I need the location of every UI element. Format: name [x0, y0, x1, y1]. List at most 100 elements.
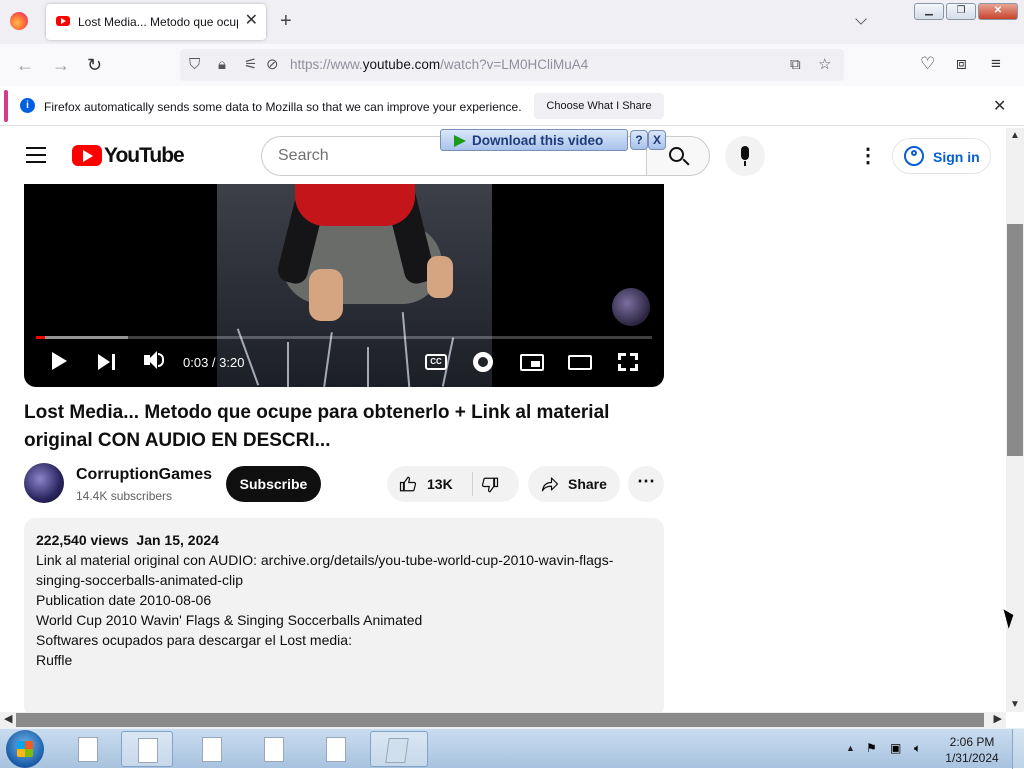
description-line: Publication date 2010-08-06 — [36, 592, 212, 608]
next-video-icon[interactable] — [98, 354, 110, 370]
video-light-streak — [323, 332, 333, 387]
show-desktop-button[interactable] — [1012, 729, 1024, 769]
document-icon — [326, 737, 346, 762]
scroll-down-arrow-icon[interactable]: ▼ — [1010, 699, 1020, 710]
taskbar-item[interactable] — [248, 731, 300, 767]
taskbar-clock[interactable]: 2:06 PM 1/31/2024 — [938, 734, 1006, 766]
description-box[interactable]: 222,540 views Jan 15, 2024 Link al mater… — [24, 518, 664, 718]
new-tab-plus-icon[interactable]: + — [280, 10, 292, 32]
start-button[interactable] — [6, 730, 44, 768]
back-arrow-icon[interactable]: ← — [16, 55, 34, 75]
network-icon[interactable]: ▣ — [890, 741, 904, 755]
notification-close-icon[interactable]: ✕ — [993, 96, 1006, 116]
video-figure-hand — [427, 256, 453, 298]
tab-close-icon[interactable]: ✕ — [245, 12, 258, 30]
horizontal-scrollbar[interactable]: ◀ ▶ — [0, 712, 1006, 728]
channel-avatar[interactable] — [24, 463, 64, 503]
forward-arrow-icon[interactable]: → — [52, 55, 70, 75]
reload-icon[interactable]: ↻ — [87, 55, 102, 75]
sign-in-button[interactable]: Sign in — [892, 138, 991, 174]
volume-muted-icon[interactable]: 🔈︎ — [914, 741, 928, 755]
video-figure-shirt — [295, 184, 415, 226]
choose-what-i-share-button[interactable]: Choose What I Share — [534, 93, 664, 119]
horizontal-scroll-thumb[interactable] — [16, 713, 984, 727]
close-window-button[interactable]: ✕ — [978, 3, 1018, 20]
description-line: World Cup 2010 Wavin' Flags & Singing So… — [36, 612, 423, 628]
restore-button[interactable]: ❐ — [946, 3, 976, 20]
thumbs-up-icon[interactable] — [399, 475, 417, 493]
taskbar-item-active[interactable] — [121, 731, 173, 767]
app-menu-icon[interactable]: ≡ — [991, 54, 1001, 74]
bookmark-star-icon[interactable]: ☆ — [818, 56, 831, 74]
search-icon — [669, 147, 684, 162]
miniplayer-icon[interactable] — [520, 354, 544, 371]
share-button[interactable]: Share — [528, 466, 620, 502]
download-play-icon — [454, 135, 466, 147]
share-label: Share — [568, 476, 607, 492]
scroll-up-arrow-icon[interactable]: ▲ — [1010, 130, 1020, 141]
subtitles-cc-icon[interactable]: CC — [425, 354, 447, 370]
url-text[interactable]: https://www.youtube.com/watch?v=LM0HCliM… — [290, 57, 588, 72]
extensions-puzzle-icon[interactable]: ⧈ — [956, 54, 967, 74]
like-divider — [472, 472, 473, 496]
theater-mode-icon[interactable] — [568, 355, 592, 370]
settings-kebab-icon[interactable]: ⋮ — [858, 146, 878, 166]
subscribe-button[interactable]: Subscribe — [226, 466, 321, 502]
video-figure-hand — [309, 269, 343, 321]
firefox-logo-icon[interactable] — [10, 12, 28, 30]
video-frame — [217, 184, 492, 387]
minimize-button[interactable]: ▁ — [914, 3, 944, 20]
list-all-tabs-chevron-icon[interactable] — [855, 13, 867, 25]
description-meta: 222,540 views Jan 15, 2024 — [36, 530, 652, 550]
channel-name[interactable]: CorruptionGames — [76, 466, 212, 484]
volume-icon-cone[interactable] — [148, 351, 157, 369]
taskbar-item[interactable] — [62, 731, 114, 767]
download-video-button[interactable]: Download this video — [440, 129, 628, 151]
document-icon — [138, 738, 158, 763]
more-actions-icon[interactable]: ⋯ — [628, 466, 664, 502]
vertical-scroll-thumb[interactable] — [1007, 224, 1023, 456]
download-help-button[interactable]: ? — [630, 130, 648, 150]
url-domain: youtube.com — [362, 57, 441, 72]
youtube-logo-text[interactable]: YouTube — [104, 144, 185, 168]
lock-icon[interactable]: 🔒︎ — [218, 56, 226, 74]
voice-search-mic-icon[interactable] — [725, 136, 765, 176]
scroll-left-arrow-icon[interactable]: ◀ — [4, 712, 12, 725]
url-prefix: https://www. — [290, 57, 363, 72]
document-icon — [78, 737, 98, 762]
play-icon[interactable] — [52, 352, 67, 370]
video-player[interactable]: 0:03 / 3:20 CC — [24, 184, 664, 387]
download-video-toolbar: Download this video ? X — [440, 129, 666, 153]
action-center-flag-icon[interactable]: ⚑ — [866, 741, 880, 755]
show-hidden-icons-arrow-icon[interactable]: ▲ — [846, 743, 855, 753]
browser-tab[interactable]: Lost Media... Metodo que ocupe para obte… — [46, 4, 266, 40]
tab-title: Lost Media... Metodo que ocupe para obte… — [78, 15, 238, 29]
taskbar-item[interactable] — [310, 731, 362, 767]
clock-time: 2:06 PM — [949, 735, 995, 749]
youtube-logo-icon[interactable] — [72, 145, 102, 166]
sign-in-label: Sign in — [933, 149, 980, 165]
like-count[interactable]: 13K — [427, 476, 453, 492]
notification-accent-bar — [4, 90, 8, 122]
autoplay-blocked-icon[interactable]: ⊘ — [266, 56, 279, 74]
volume-icon-wave[interactable] — [158, 353, 164, 367]
next-video-icon-bar[interactable] — [112, 354, 115, 370]
browser-titlebar: Lost Media... Metodo que ocupe para obte… — [0, 0, 1024, 44]
thumbs-down-icon[interactable] — [481, 476, 499, 494]
download-close-button[interactable]: X — [648, 130, 666, 150]
taskbar-item[interactable] — [186, 731, 238, 767]
taskbar-item-firefox[interactable] — [370, 731, 428, 767]
video-title: Lost Media... Metodo que ocupe para obte… — [24, 402, 610, 451]
scroll-right-arrow-icon[interactable]: ▶ — [994, 712, 1002, 725]
guide-menu-icon[interactable] — [26, 147, 46, 163]
gear-icon[interactable] — [473, 352, 493, 372]
pocket-icon[interactable]: ♡ — [920, 54, 935, 74]
share-arrow-icon — [541, 477, 559, 492]
permissions-icon[interactable]: ⚟ — [244, 56, 257, 74]
progress-bar[interactable] — [36, 336, 652, 339]
description-line: Softwares ocupados para descargar el Los… — [36, 632, 352, 648]
address-bar[interactable]: ⛉ 🔒︎ ⚟ ⊘ https://www.youtube.com/watch?v… — [180, 49, 844, 81]
tracking-shield-icon[interactable]: ⛉ — [189, 56, 200, 74]
translate-page-icon[interactable]: ⧉ — [790, 56, 801, 74]
fullscreen-icon[interactable] — [618, 353, 638, 371]
